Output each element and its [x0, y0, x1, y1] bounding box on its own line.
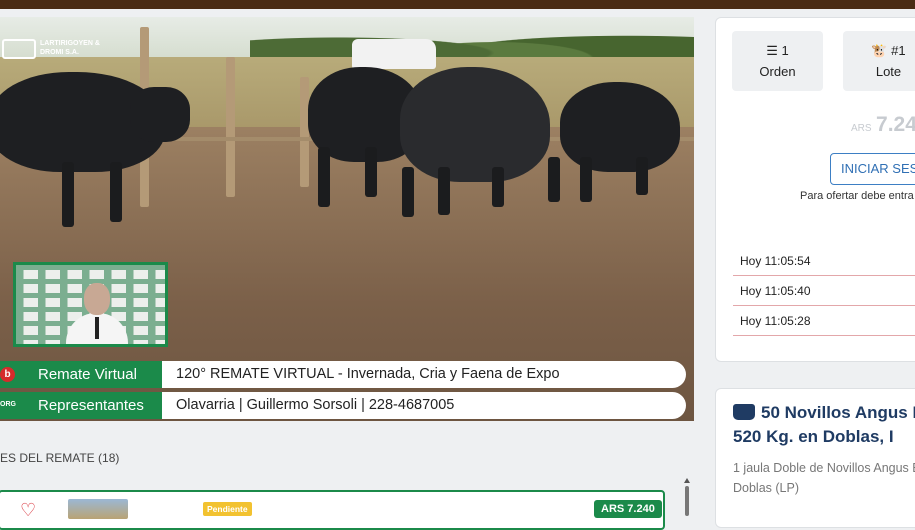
- lower-third-badge: b: [0, 367, 15, 382]
- lots-scrollbar[interactable]: [684, 478, 690, 518]
- scroll-up-arrow-icon[interactable]: [684, 478, 690, 483]
- cow-leg: [580, 157, 592, 202]
- lower-third-label: Representantes: [0, 392, 162, 419]
- lot-status-badge: Pendiente: [203, 502, 252, 516]
- lot-label: Lote: [875, 64, 902, 79]
- cow-head: [130, 87, 190, 142]
- cow-icon: [733, 404, 755, 420]
- lot-price-badge: ARS 7.240: [594, 500, 662, 518]
- cow-leg: [636, 157, 648, 195]
- bid-panel: ☰ 1 Orden 🐮 #1 Lote ARS 7.24 INICIAR SES…: [715, 17, 915, 362]
- favorite-heart-icon[interactable]: ♡: [20, 501, 40, 519]
- lot-title: 50 Novillos Angus I de 520 Kg. en Doblas…: [733, 401, 915, 449]
- cow-leg: [438, 167, 450, 215]
- cow-leg: [318, 147, 330, 207]
- cow-leg: [402, 167, 414, 217]
- bid-row: Hoy 11:05:54: [733, 246, 915, 276]
- lots-section-title: ES DEL REMATE (18): [0, 451, 120, 465]
- lot-thumbnail[interactable]: [68, 499, 128, 519]
- video-truck: [352, 39, 436, 69]
- cow-leg: [492, 167, 504, 207]
- fence-post: [300, 77, 309, 187]
- price-currency: ARS: [851, 123, 872, 134]
- lot-title-text: 50 Novillos Angus I de 520 Kg. en Doblas…: [733, 403, 915, 446]
- cow: [400, 67, 550, 182]
- microphone-icon: [95, 317, 99, 339]
- lot-number-value: #1: [891, 43, 906, 58]
- list-icon: ☰: [766, 43, 778, 58]
- order-stat: ☰ 1 Orden: [732, 31, 823, 91]
- fence-post: [226, 57, 235, 197]
- cow: [560, 82, 680, 172]
- lower-third-badge: ORG: [0, 401, 16, 408]
- order-value: 1: [781, 43, 789, 58]
- lot-card[interactable]: ♡ Pendiente ARS 7.240: [0, 490, 665, 530]
- cow-leg: [365, 147, 377, 197]
- cow-leg: [62, 162, 74, 227]
- bid-row: Hoy 11:05:28: [733, 306, 915, 336]
- price-value: 7.24: [876, 113, 915, 136]
- current-price: ARS 7.24: [851, 113, 915, 137]
- lot-stat: 🐮 #1 Lote: [843, 31, 915, 91]
- cow-leg: [110, 162, 122, 222]
- top-bar: [0, 0, 915, 9]
- order-label: Orden: [759, 64, 796, 79]
- login-button[interactable]: INICIAR SES: [830, 153, 915, 185]
- logo-text: LARTIRIGOYEN & DROMI S.A.: [40, 40, 100, 56]
- cow-leg: [548, 157, 560, 202]
- login-note: Para ofertar debe entra: [800, 190, 914, 202]
- auction-house-logo: LARTIRIGOYEN & DROMI S.A.: [2, 35, 102, 65]
- presenter-video: [13, 262, 168, 347]
- lot-description: 1 jaula Doble de Novillos Angus En Dobla…: [733, 461, 915, 495]
- presenter-head: [84, 283, 110, 315]
- cow-logo-icon: [2, 39, 36, 59]
- scroll-thumb[interactable]: [685, 486, 689, 516]
- lot-detail-panel: 50 Novillos Angus I de 520 Kg. en Doblas…: [715, 388, 915, 528]
- lower-third-row: Remate Virtual b 120° REMATE VIRTUAL - I…: [0, 361, 686, 388]
- bid-row: Hoy 11:05:40: [733, 276, 915, 306]
- video-player[interactable]: LARTIRIGOYEN & DROMI S.A. Remate Virtual…: [0, 17, 694, 421]
- lower-third-label: Remate Virtual: [0, 361, 162, 388]
- lower-third-text: 120° REMATE VIRTUAL - Invernada, Cria y …: [162, 361, 686, 388]
- bid-history: Hoy 11:05:54 Hoy 11:05:40 Hoy 11:05:28: [733, 246, 915, 336]
- cow-icon: 🐮: [871, 43, 888, 58]
- lower-third-text: Olavarria | Guillermo Sorsoli | 228-4687…: [162, 392, 686, 419]
- lower-third-row: Representantes ORG Olavarria | Guillermo…: [0, 392, 686, 419]
